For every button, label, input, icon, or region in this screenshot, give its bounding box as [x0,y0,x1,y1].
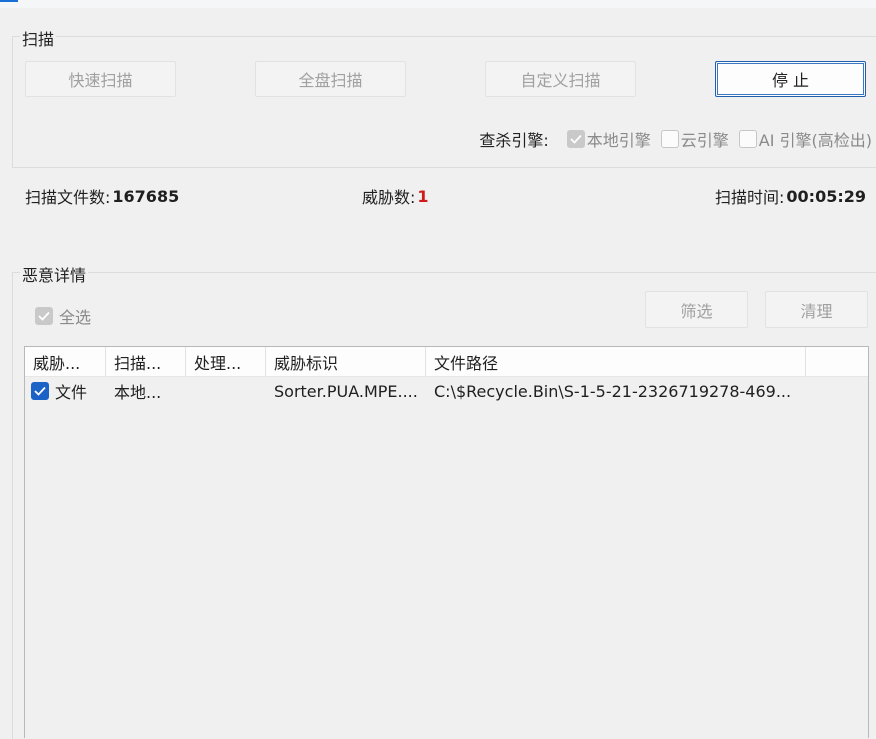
threat-count-label: 威胁数: [362,188,416,207]
row-checkbox-checked-icon[interactable] [31,382,49,400]
cloud-engine-label: 云引擎 [680,131,729,150]
local-engine-checkbox[interactable]: 本地引擎 [566,127,651,151]
scan-time-value: 00:05:29 [786,186,866,206]
check-icon [566,130,585,148]
ai-engine-checkbox[interactable]: AI 引擎(高检出) [738,127,872,151]
threat-count-value: 1 [417,186,429,206]
files-scanned-stat: 扫描文件数: 167685 [25,184,179,208]
top-accent-bar [0,0,18,2]
column-header-scan-engine[interactable]: 扫描... [106,347,186,376]
unchecked-box-icon [738,130,757,148]
stop-button[interactable]: 停 止 [715,61,866,97]
column-header-file-path[interactable]: 文件路径 [426,347,806,376]
ai-engine-label: AI 引擎(高检出) [758,131,872,150]
cell-file-path: C:\$Recycle.Bin\S-1-5-21-2326719278-469.… [434,381,792,401]
top-strip [0,0,876,8]
scan-time-label: 扫描时间: [715,188,785,207]
cell-handle-status [186,377,266,405]
engine-label: 查杀引擎: [479,131,549,150]
column-header-threat-type[interactable]: 威胁... [25,347,106,376]
threat-count-stat: 威胁数: 1 [362,184,429,208]
cell-scan-engine: 本地... [114,383,162,402]
scan-group-title: 扫描 [20,26,57,50]
threat-table[interactable]: 威胁... 扫描... 处理... 威胁标识 文件路径 文件 本地... Sor… [24,346,869,738]
select-all-checkbox[interactable]: 全选 [35,304,91,328]
detail-group-title: 恶意详情 [20,262,89,286]
engine-options: 查杀引擎: 本地引擎 云引擎 AI 引擎(高检出) [479,127,872,151]
cell-threat-type: 文件 [25,377,106,405]
column-header-filler [806,347,868,376]
cloud-engine-checkbox[interactable]: 云引擎 [660,127,729,151]
clean-button[interactable]: 清理 [765,291,868,328]
column-header-threat-id[interactable]: 威胁标识 [266,347,426,376]
select-all-label: 全选 [59,308,92,327]
table-header: 威胁... 扫描... 处理... 威胁标识 文件路径 [25,347,868,377]
cell-threat-id: Sorter.PUA.MPE.... [274,381,418,401]
filter-button[interactable]: 筛选 [645,291,748,328]
unchecked-box-icon [660,130,679,148]
row-threat-type: 文件 [55,383,88,402]
column-header-handle-status[interactable]: 处理... [186,347,266,376]
quick-scan-button[interactable]: 快速扫描 [25,61,176,97]
custom-scan-button[interactable]: 自定义扫描 [485,61,636,97]
full-scan-button[interactable]: 全盘扫描 [255,61,406,97]
scan-time-stat: 扫描时间: 00:05:29 [715,184,866,208]
table-row[interactable]: 文件 本地... Sorter.PUA.MPE.... C:\$Recycle.… [25,377,868,405]
check-icon [35,307,53,325]
files-scanned-value: 167685 [112,186,180,206]
local-engine-label: 本地引擎 [586,131,651,150]
files-scanned-label: 扫描文件数: [25,188,111,207]
